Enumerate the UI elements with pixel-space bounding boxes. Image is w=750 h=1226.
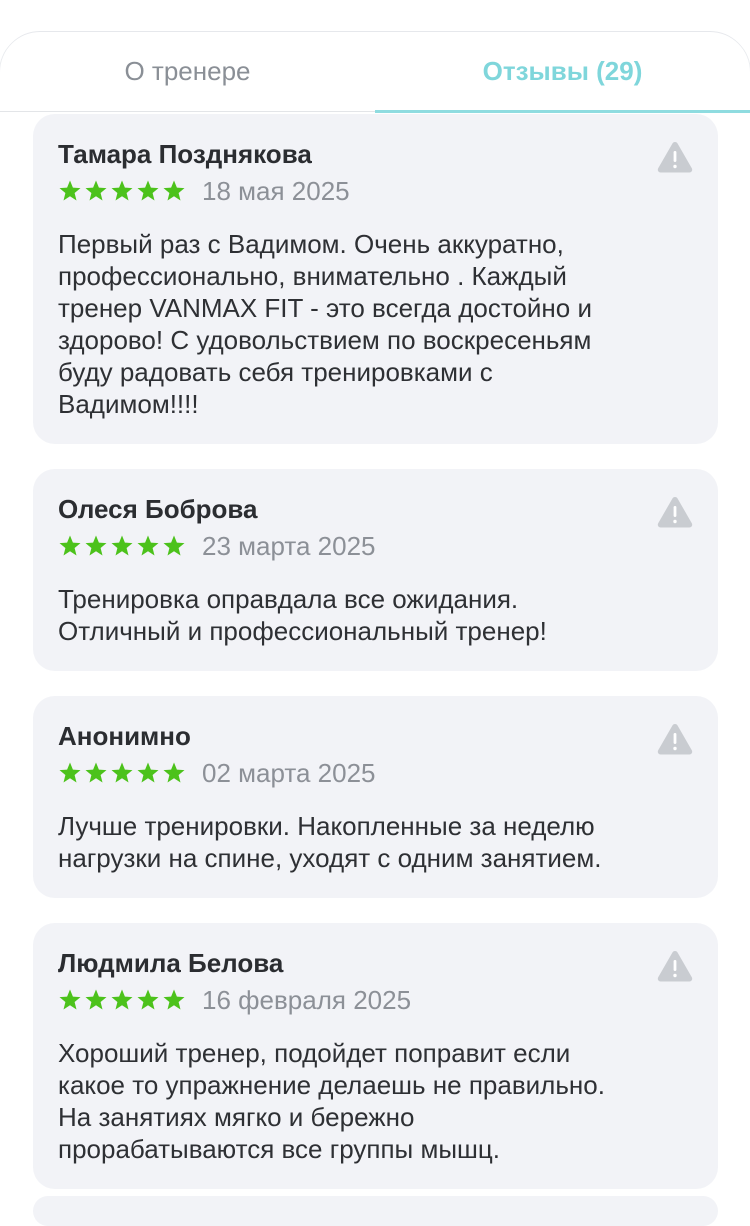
review-date: 23 марта 2025 [202,530,376,561]
tab-bar: О тренере Отзывы (29) [0,32,750,113]
tab-reviews[interactable]: Отзывы (29) [375,32,750,111]
review-text: Лучше тренировки. Накопленные за неделю … [58,811,602,873]
rating-stars [58,179,186,203]
review-date: 16 февраля 2025 [202,984,412,1015]
star-icon [137,989,159,1010]
review-card: Анонимно 02 марта 2025 Лучше тренировки.… [33,696,718,898]
warning-triangle-icon[interactable] [656,140,694,174]
rating-stars [58,761,186,785]
star-icon [59,535,81,556]
review-meta: 23 марта 2025 [58,529,658,563]
warning-triangle-icon[interactable] [656,949,694,983]
reviews-list: Тамара Позднякова 18 мая 2025 Первый раз… [33,114,718,1214]
star-icon [111,989,133,1010]
star-icon [111,762,133,783]
star-icon [59,989,81,1010]
review-card-partial [33,1196,718,1226]
star-icon [59,762,81,783]
star-icon [137,180,159,201]
review-author: Олеся Боброва [58,494,258,524]
star-icon [137,762,159,783]
star-icon [163,535,185,556]
review-author: Анонимно [58,721,191,751]
review-text: Хороший тренер, подойдет поправит если к… [58,1038,605,1164]
star-icon [163,989,185,1010]
review-author: Тамара Позднякова [58,139,312,169]
review-text: Тренировка оправдала все ожидания. Отлич… [58,584,547,646]
tab-about-trainer[interactable]: О тренере [0,32,375,111]
star-icon [85,535,107,556]
rating-stars [58,988,186,1012]
review-date: 02 марта 2025 [202,757,376,788]
review-date: 18 мая 2025 [202,175,350,206]
star-icon [59,180,81,201]
review-card: Тамара Позднякова 18 мая 2025 Первый раз… [33,114,718,444]
review-card: Людмила Белова 16 февраля 2025 Хороший т… [33,923,718,1189]
star-icon [111,180,133,201]
rating-stars [58,534,186,558]
star-icon [137,535,159,556]
star-icon [85,180,107,201]
review-text: Первый раз с Вадимом. Очень аккуратно, п… [58,229,592,419]
review-meta: 16 февраля 2025 [58,983,658,1017]
star-icon [85,762,107,783]
review-card: Олеся Боброва 23 марта 2025 Тренировка о… [33,469,718,671]
review-author: Людмила Белова [58,948,284,978]
warning-triangle-icon[interactable] [656,495,694,529]
review-meta: 02 марта 2025 [58,756,658,790]
star-icon [163,762,185,783]
star-icon [111,535,133,556]
star-icon [163,180,185,201]
review-meta: 18 мая 2025 [58,174,658,208]
active-tab-indicator [375,110,750,113]
star-icon [85,989,107,1010]
warning-triangle-icon[interactable] [656,722,694,756]
